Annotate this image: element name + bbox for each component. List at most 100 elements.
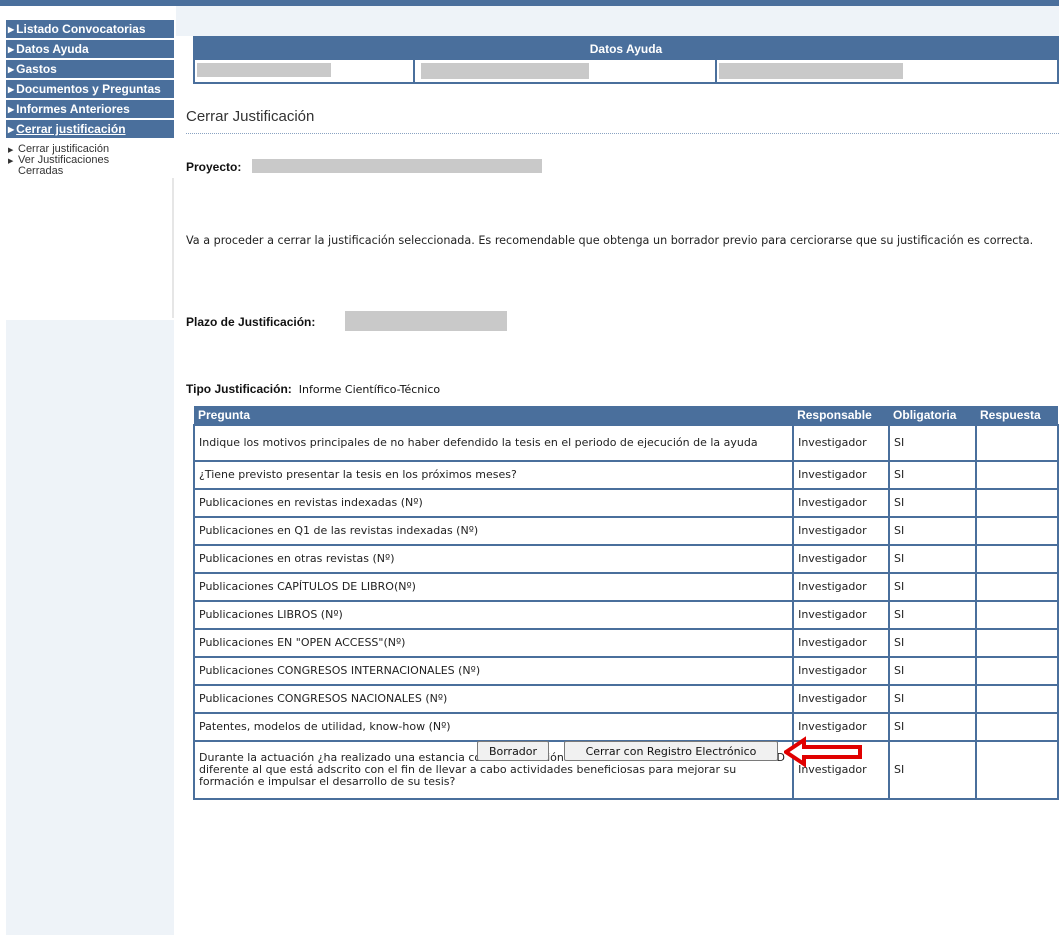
proyecto-label: Proyecto: bbox=[186, 160, 242, 174]
table-row: Publicaciones LIBROS (Nº) Investigador S… bbox=[192, 600, 1059, 630]
sidebar-item-listado-convocatorias[interactable]: ▶ Listado Convocatorias bbox=[6, 20, 174, 38]
responsable-cell: Investigador bbox=[792, 656, 891, 686]
sidebar-item-datos-ayuda[interactable]: ▶ Datos Ayuda bbox=[6, 40, 174, 58]
triangle-right-icon: ▶ bbox=[8, 125, 15, 134]
triangle-right-icon: ▶ bbox=[8, 85, 15, 94]
pregunta-cell: Patentes, modelos de utilidad, know-how … bbox=[192, 712, 795, 742]
sidebar-submenu: ▶ Cerrar justificación ▶ Ver Justificacion… bbox=[6, 144, 174, 177]
datos-ayuda-cell bbox=[415, 60, 717, 82]
responsable-cell: Investigador bbox=[792, 628, 891, 658]
sidebar-item-cerrar-justificacion[interactable]: ▶ Cerrar justificación bbox=[6, 120, 174, 138]
obligatoria-cell: SI bbox=[888, 488, 978, 518]
triangle-right-icon: ▶ bbox=[8, 147, 14, 154]
respuesta-cell bbox=[975, 684, 1059, 714]
col-header-pregunta: Pregunta bbox=[194, 406, 794, 425]
respuesta-cell bbox=[975, 740, 1059, 800]
pregunta-cell: Publicaciones en revistas indexadas (Nº) bbox=[192, 488, 795, 518]
respuesta-cell bbox=[975, 572, 1059, 602]
respuesta-cell bbox=[975, 544, 1059, 574]
sidebar-item-informes-anteriores[interactable]: ▶ Informes Anteriores bbox=[6, 100, 174, 118]
submenu-item-ver-justificaciones-cerradas[interactable]: ▶ Ver Justificaciones Cerradas bbox=[8, 155, 174, 177]
obligatoria-cell: SI bbox=[888, 712, 978, 742]
obligatoria-cell: SI bbox=[888, 460, 978, 490]
responsable-cell: Investigador bbox=[792, 516, 891, 546]
tipo-justificacion: Tipo Justificación: Informe Científico-T… bbox=[186, 382, 440, 396]
sidebar-item-documentos-preguntas[interactable]: ▶ Documentos y Preguntas bbox=[6, 80, 174, 98]
responsable-cell: Investigador bbox=[792, 544, 891, 574]
redacted-block bbox=[421, 63, 589, 79]
table-row: Publicaciones CONGRESOS INTERNACIONALES … bbox=[192, 656, 1059, 686]
table-row: Publicaciones en Q1 de las revistas inde… bbox=[192, 516, 1059, 546]
col-header-respuesta: Respuesta bbox=[976, 406, 1058, 425]
table-row: ¿Tiene previsto presentar la tesis en lo… bbox=[192, 460, 1059, 490]
respuesta-cell bbox=[975, 600, 1059, 630]
obligatoria-cell: SI bbox=[888, 656, 978, 686]
triangle-right-icon: ▶ bbox=[8, 25, 15, 34]
respuesta-cell bbox=[975, 516, 1059, 546]
table-row: Publicaciones en revistas indexadas (Nº)… bbox=[192, 488, 1059, 518]
red-arrow-icon bbox=[784, 736, 862, 768]
responsable-cell: Investigador bbox=[792, 460, 891, 490]
triangle-right-icon: ▶ bbox=[8, 158, 14, 165]
table-row: Publicaciones CAPÍTULOS DE LIBRO(Nº) Inv… bbox=[192, 572, 1059, 602]
pregunta-cell: ¿Tiene previsto presentar la tesis en lo… bbox=[192, 460, 795, 490]
responsable-cell: Investigador bbox=[792, 572, 891, 602]
table-row: Publicaciones en otras revistas (Nº) Inv… bbox=[192, 544, 1059, 574]
triangle-right-icon: ▶ bbox=[8, 105, 15, 114]
pregunta-cell: Publicaciones CONGRESOS NACIONALES (Nº) bbox=[192, 684, 795, 714]
table-row: Patentes, modelos de utilidad, know-how … bbox=[192, 712, 1059, 742]
responsable-cell: Investigador bbox=[792, 684, 891, 714]
header-band bbox=[176, 6, 1059, 36]
respuesta-cell bbox=[975, 656, 1059, 686]
pregunta-cell: Publicaciones en otras revistas (Nº) bbox=[192, 544, 795, 574]
table-row: Publicaciones CONGRESOS NACIONALES (Nº) … bbox=[192, 684, 1059, 714]
datos-ayuda-table: Datos Ayuda bbox=[193, 36, 1059, 84]
cerrar-registro-button[interactable]: Cerrar con Registro Electrónico bbox=[564, 741, 778, 761]
pregunta-cell: Publicaciones EN "OPEN ACCESS"(Nº) bbox=[192, 628, 795, 658]
pregunta-cell: Indique los motivos principales de no ha… bbox=[192, 424, 795, 462]
pregunta-cell: Publicaciones CONGRESOS INTERNACIONALES … bbox=[192, 656, 795, 686]
borrador-button[interactable]: Borrador bbox=[477, 741, 549, 761]
sidebar-panel bbox=[6, 178, 174, 318]
table-row: Indique los motivos principales de no ha… bbox=[192, 424, 1059, 462]
pregunta-cell: Publicaciones en Q1 de las revistas inde… bbox=[192, 516, 795, 546]
page-title: Cerrar Justificación bbox=[186, 108, 315, 125]
obligatoria-cell: SI bbox=[888, 516, 978, 546]
respuesta-cell bbox=[975, 712, 1059, 742]
obligatoria-cell: SI bbox=[888, 628, 978, 658]
plazo-label: Plazo de Justificación: bbox=[186, 315, 316, 329]
tipo-label: Tipo Justificación: bbox=[186, 382, 292, 396]
obligatoria-cell: SI bbox=[888, 424, 978, 462]
obligatoria-cell: SI bbox=[888, 572, 978, 602]
table-row: Publicaciones EN "OPEN ACCESS"(Nº) Inves… bbox=[192, 628, 1059, 658]
respuesta-cell bbox=[975, 488, 1059, 518]
sidebar: ▶ Listado Convocatorias ▶ Datos Ayuda ▶ Gas… bbox=[6, 20, 174, 935]
section-divider bbox=[186, 133, 1059, 134]
datos-ayuda-row bbox=[195, 60, 1057, 82]
redacted-block bbox=[719, 63, 903, 79]
pregunta-cell: Publicaciones CAPÍTULOS DE LIBRO(Nº) bbox=[192, 572, 795, 602]
responsable-cell: Investigador bbox=[792, 600, 891, 630]
table-header-row: Pregunta Responsable Obligatoria Respues… bbox=[194, 406, 1058, 425]
obligatoria-cell: SI bbox=[888, 684, 978, 714]
responsable-cell: Investigador bbox=[792, 424, 891, 462]
responsable-cell: Investigador bbox=[792, 488, 891, 518]
respuesta-cell bbox=[975, 424, 1059, 462]
obligatoria-cell: SI bbox=[888, 740, 978, 800]
triangle-right-icon: ▶ bbox=[8, 45, 15, 54]
sidebar-background bbox=[6, 320, 174, 935]
sidebar-item-gastos[interactable]: ▶ Gastos bbox=[6, 60, 174, 78]
respuesta-cell bbox=[975, 628, 1059, 658]
redacted-proyecto bbox=[252, 159, 542, 173]
datos-ayuda-header: Datos Ayuda bbox=[195, 38, 1057, 60]
tipo-value: Informe Científico-Técnico bbox=[298, 383, 441, 396]
datos-ayuda-cell bbox=[195, 60, 415, 82]
pregunta-cell: Publicaciones LIBROS (Nº) bbox=[192, 600, 795, 630]
redacted-plazo bbox=[345, 311, 507, 331]
col-header-responsable: Responsable bbox=[793, 406, 890, 425]
datos-ayuda-cell bbox=[717, 60, 1057, 82]
info-text: Va a proceder a cerrar la justificación … bbox=[186, 234, 1034, 247]
obligatoria-cell: SI bbox=[888, 544, 978, 574]
respuesta-cell bbox=[975, 460, 1059, 490]
col-header-obligatoria: Obligatoria bbox=[889, 406, 977, 425]
